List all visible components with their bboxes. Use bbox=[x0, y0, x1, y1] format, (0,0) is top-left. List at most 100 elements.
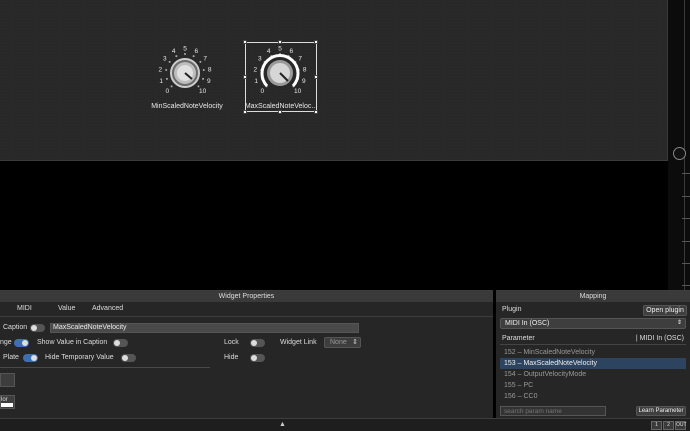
col-parameter: Parameter bbox=[502, 335, 535, 342]
resize-handle[interactable] bbox=[314, 110, 318, 114]
rack-tick bbox=[682, 241, 690, 242]
widget-link-label: Widget Link bbox=[280, 339, 317, 346]
open-plugin-button[interactable]: Open plugin bbox=[643, 305, 687, 316]
knob-scale-label: 5 bbox=[278, 45, 282, 52]
param-row[interactable]: 156 – CC0 bbox=[500, 391, 686, 402]
knob-scale-label: 4 bbox=[267, 48, 271, 55]
param-row-label: 153 – MaxScaledNoteVelocity bbox=[504, 360, 597, 367]
knob-scale-label: 7 bbox=[298, 56, 302, 63]
knob-scale-label: 6 bbox=[195, 48, 199, 55]
status-button-2[interactable]: 2 bbox=[663, 421, 674, 430]
tab-advanced[interactable]: Advanced bbox=[92, 305, 123, 312]
knob-scale-label: 3 bbox=[163, 56, 167, 63]
knob-scale-label: 9 bbox=[302, 78, 306, 85]
knob-scale-label: 0 bbox=[261, 88, 265, 95]
widget-link-value: None bbox=[330, 339, 347, 346]
widget-canvas[interactable] bbox=[0, 0, 668, 161]
knob-tick bbox=[199, 60, 202, 63]
lock-toggle[interactable] bbox=[250, 339, 265, 347]
knob-tick bbox=[175, 55, 178, 58]
param-row[interactable]: 154 – OutputVelocityMode bbox=[500, 369, 686, 380]
caption-input[interactable]: MaxScaledNoteVelocity bbox=[50, 323, 359, 333]
knob-scale-label: 10 bbox=[294, 88, 302, 95]
param-row[interactable]: 152 – MinScaledNoteVelocity bbox=[500, 347, 686, 358]
status-bar: ▲ 1 2 OUT bbox=[0, 418, 690, 431]
knob-scale-label: 6 bbox=[290, 48, 294, 55]
color-button[interactable]: lor bbox=[0, 395, 15, 409]
resize-handle[interactable] bbox=[278, 110, 282, 114]
widget-properties-title: Widget Properties bbox=[0, 291, 493, 302]
knob-1-caption: MinScaledNoteVelocity bbox=[151, 103, 223, 110]
caption-label: Caption bbox=[3, 324, 28, 331]
param-row[interactable]: 155 – PC bbox=[500, 380, 686, 391]
widget-link-select[interactable]: None ⇕ bbox=[324, 337, 361, 348]
col-midi: | MIDI In (OSC) bbox=[635, 335, 684, 342]
knob-tick bbox=[165, 77, 168, 80]
rack-divider bbox=[684, 0, 685, 290]
rack-strip bbox=[668, 0, 690, 290]
plate-toggle[interactable] bbox=[23, 354, 38, 362]
widget-properties-tabs: MIDI Value Advanced bbox=[0, 302, 493, 316]
knob-scale-label: 1 bbox=[254, 78, 258, 85]
mapping-title: Mapping bbox=[496, 291, 690, 302]
range-toggle[interactable] bbox=[14, 339, 29, 347]
hide-toggle[interactable] bbox=[250, 354, 265, 362]
hide-temp-label: Hide Temporary Value bbox=[45, 354, 114, 361]
status-button-out[interactable]: OUT bbox=[675, 421, 687, 430]
chevron-updown-icon: ⇕ bbox=[352, 339, 358, 346]
color-swatch bbox=[1, 403, 13, 407]
rack-tick bbox=[682, 285, 690, 286]
tab-divider bbox=[0, 316, 493, 317]
mapping-panel: Mapping Plugin Open plugin MIDI In (OSC)… bbox=[496, 290, 690, 418]
knob-min-scaled-note-velocity[interactable]: 0 1 2 3 4 5 6 7 8 9 10 bbox=[152, 40, 222, 100]
knob-tick bbox=[168, 60, 171, 63]
rack-tick bbox=[682, 196, 690, 197]
knob-2-caption: MaxScaledNoteVeloc... bbox=[244, 103, 318, 110]
knob-2-graphic[interactable]: 01 234 5 678 910 bbox=[247, 40, 317, 100]
knob-tick bbox=[184, 53, 186, 55]
resize-handle[interactable] bbox=[243, 110, 247, 114]
hide-temp-toggle[interactable] bbox=[121, 354, 136, 362]
knob-scale-label: 8 bbox=[303, 66, 307, 73]
partial-button[interactable] bbox=[0, 373, 15, 387]
param-row-label: 155 – PC bbox=[504, 382, 534, 389]
search-param-input[interactable] bbox=[500, 406, 606, 416]
rack-tick bbox=[682, 263, 690, 264]
plugin-select[interactable]: MIDI In (OSC) ⇕ bbox=[500, 318, 686, 329]
show-value-toggle[interactable] bbox=[113, 339, 128, 347]
tab-midi[interactable]: MIDI bbox=[17, 305, 32, 312]
range-label: nge bbox=[0, 339, 12, 346]
rack-tick bbox=[682, 173, 690, 174]
tab-value[interactable]: Value bbox=[58, 305, 75, 312]
knob-scale-label: 3 bbox=[258, 56, 262, 63]
knob-scale-label: 2 bbox=[158, 66, 162, 73]
knob-scale-label: 0 bbox=[166, 88, 170, 95]
knob-scale-label: 9 bbox=[207, 78, 211, 85]
rack-tick bbox=[682, 218, 690, 219]
show-value-label: Show Value in Caption bbox=[37, 339, 108, 346]
section-divider bbox=[0, 367, 210, 368]
knob-tick bbox=[170, 85, 173, 88]
learn-parameter-button[interactable]: Learn Parameter bbox=[636, 406, 686, 416]
plugin-select-value: MIDI In (OSC) bbox=[505, 320, 550, 327]
knob-tick bbox=[192, 55, 195, 58]
knob-max-scaled-note-velocity[interactable]: 0 1 2 3 4 5 6 7 8 9 10 bbox=[247, 40, 317, 100]
widget-properties-panel: Widget Properties MIDI Value Advanced Ca… bbox=[0, 290, 493, 418]
param-row-label: 154 – OutputVelocityMode bbox=[504, 371, 587, 378]
knob-scale-label: 1 bbox=[159, 78, 163, 85]
knob-1-graphic[interactable]: 01 234 5 678 910 bbox=[152, 40, 222, 100]
param-row[interactable]: 153 – MaxScaledNoteVelocity bbox=[500, 358, 686, 369]
plate-label: Plate bbox=[3, 354, 19, 361]
knob-scale-label: 5 bbox=[183, 45, 187, 52]
status-button-1[interactable]: 1 bbox=[651, 421, 662, 430]
knob-tick bbox=[202, 77, 205, 80]
knob-tick bbox=[165, 69, 168, 72]
knob-scale-label: 4 bbox=[172, 48, 176, 55]
caption-toggle[interactable] bbox=[30, 324, 45, 332]
knob-scale-label: 8 bbox=[208, 66, 212, 73]
param-row-label: 152 – MinScaledNoteVelocity bbox=[504, 349, 596, 356]
knob-scale-label: 2 bbox=[253, 66, 257, 73]
rack-knob-icon[interactable] bbox=[673, 147, 686, 160]
param-row-label: 156 – CC0 bbox=[504, 393, 538, 400]
expand-up-icon[interactable]: ▲ bbox=[279, 421, 286, 428]
